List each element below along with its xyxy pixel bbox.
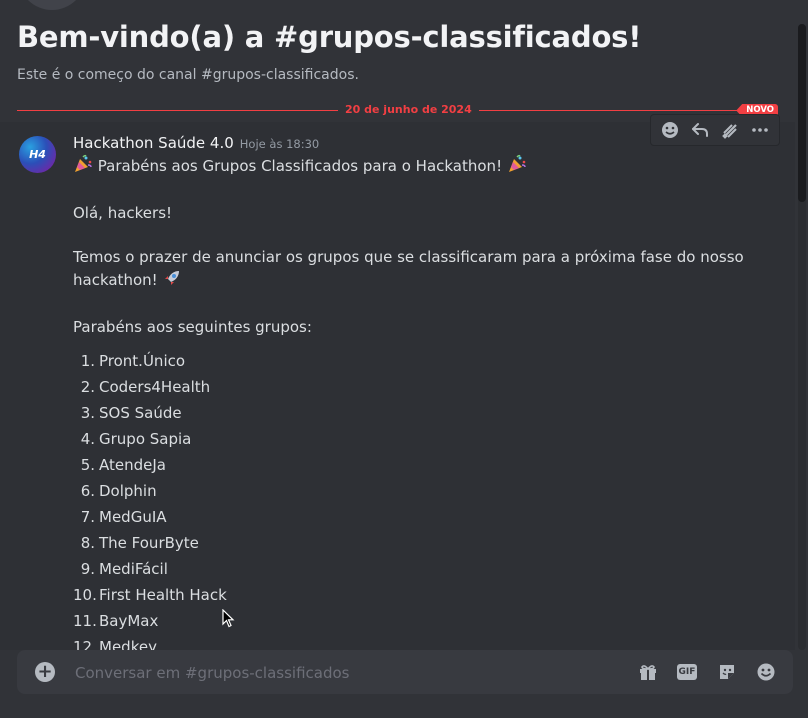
app-command-icon[interactable] bbox=[718, 118, 742, 142]
avatar-text: H4 bbox=[29, 148, 46, 161]
list-item: 12. Medkey bbox=[73, 638, 157, 650]
add-reaction-icon[interactable] bbox=[658, 118, 682, 142]
announcement-line-1: Temos o prazer de anunciar os grupos que… bbox=[73, 248, 744, 266]
message-greeting: Olá, hackers! bbox=[73, 204, 173, 222]
list-item: 11. BayMax bbox=[73, 612, 159, 630]
plus-icon: + bbox=[37, 660, 53, 682]
party-popper-icon bbox=[507, 154, 527, 180]
list-item: 4. Grupo Sapia bbox=[80, 430, 192, 448]
list-item: 6. Dolphin bbox=[80, 482, 157, 500]
party-popper-icon bbox=[73, 154, 93, 180]
scrollbar-thumb[interactable] bbox=[798, 24, 806, 202]
message-toolbar bbox=[650, 114, 780, 146]
scrollbar[interactable] bbox=[798, 24, 806, 650]
emoji-icon[interactable] bbox=[755, 661, 777, 683]
group-list: 1. Pront.Único 2. Coders4Health 3. SOS Saúd… bbox=[73, 348, 713, 650]
list-item: 3. SOS Saúde bbox=[80, 404, 182, 422]
list-item: 2. Coders4Health bbox=[80, 378, 211, 396]
gift-icon[interactable] bbox=[637, 661, 659, 683]
gif-label: GIF bbox=[677, 664, 697, 680]
gif-icon[interactable]: GIF bbox=[676, 661, 698, 683]
message-composer: + GIF bbox=[17, 650, 793, 694]
channel-icon bbox=[18, 0, 86, 10]
list-item: 9. MediFácil bbox=[80, 560, 168, 578]
avatar[interactable]: H4 bbox=[19, 136, 56, 173]
sticker-icon[interactable] bbox=[716, 661, 738, 683]
list-item: 10. First Health Hack bbox=[73, 586, 227, 604]
divider-date: 20 de junho de 2024 bbox=[338, 103, 479, 116]
list-item: 1. Pront.Único bbox=[80, 352, 186, 370]
welcome-title: Bem-vindo(a) a #grupos-classificados! bbox=[17, 20, 642, 54]
rocket-icon bbox=[162, 268, 182, 294]
message-content: Parabéns aos Grupos Classificados para o… bbox=[73, 154, 744, 650]
message-headline: Parabéns aos Grupos Classificados para o… bbox=[97, 157, 503, 175]
announcement-line-2: hackathon! bbox=[73, 271, 158, 289]
message-author[interactable]: Hackathon Saúde 4.0 bbox=[73, 134, 234, 152]
message-header: Hackathon Saúde 4.0 Hoje às 18:30 bbox=[73, 133, 319, 152]
congrats-intro: Parabéns aos seguintes grupos: bbox=[73, 318, 312, 336]
more-options-icon[interactable] bbox=[748, 118, 772, 142]
message[interactable]: H4 Hackathon Saúde 4.0 Hoje às 18:30 Para… bbox=[0, 122, 795, 650]
message-timestamp[interactable]: Hoje às 18:30 bbox=[240, 137, 319, 151]
attach-button[interactable]: + bbox=[35, 660, 55, 682]
list-item: 8. The FourByte bbox=[80, 534, 199, 552]
welcome-subtitle: Este é o começo do canal #grupos-classif… bbox=[17, 67, 359, 83]
mouse-cursor-icon bbox=[222, 608, 236, 633]
reply-icon[interactable] bbox=[688, 118, 712, 142]
list-item: 7. MedGuIA bbox=[80, 508, 167, 526]
list-item: 5. AtendeJa bbox=[80, 456, 166, 474]
message-input[interactable] bbox=[73, 660, 617, 686]
